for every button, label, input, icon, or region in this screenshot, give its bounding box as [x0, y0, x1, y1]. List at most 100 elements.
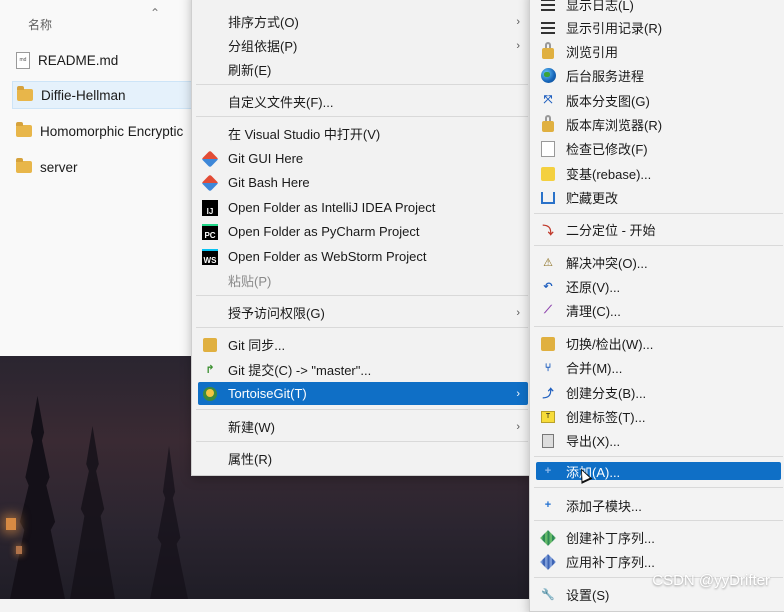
name-column-header[interactable]: 名称	[28, 16, 52, 33]
folder-item-homomorphic[interactable]: Homomorphic Encryptic	[12, 117, 212, 145]
tortoise-commit-icon: ↱	[205, 364, 215, 376]
submenu-item-bisect-start[interactable]: ⤵ 二分定位 - 开始	[536, 218, 781, 241]
menu-item-label: 添加(A)...	[566, 464, 621, 480]
submenu-item-browse-refs[interactable]: 浏览引用	[536, 40, 781, 63]
menu-item-label: 刷新(E)	[228, 63, 272, 78]
submenu-item-resolve[interactable]: ⚠ 解决冲突(O)...	[536, 251, 781, 274]
wallpaper-lamp	[6, 518, 16, 530]
switch-icon	[540, 336, 556, 352]
submenu-item-stash[interactable]: 贮藏更改	[536, 186, 781, 209]
chevron-right-icon: ›	[516, 420, 520, 433]
menu-item-label: 合并(M)...	[566, 361, 623, 376]
submenu-item-check-modifications[interactable]: 检查已修改(F)	[536, 137, 781, 160]
cleanup-icon: ⟋	[544, 304, 552, 316]
chevron-right-icon: ›	[516, 387, 520, 400]
menu-item-git-gui[interactable]: Git GUI Here	[198, 147, 528, 170]
tortoisegit-submenu: 显示日志(L) 显示引用记录(R) 浏览引用 后台服务进程 ⤧ 版本分支图(G) …	[529, 0, 784, 612]
menu-item-label: 切换/检出(W)...	[566, 337, 654, 352]
chevron-right-icon: ›	[516, 39, 520, 52]
menu-item-sort-by[interactable]: 排序方式(O) ›	[198, 10, 528, 33]
menu-item-label: Git 同步...	[228, 338, 286, 353]
menu-item-open-in-visual-studio[interactable]: 在 Visual Studio 中打开(V)	[198, 122, 528, 145]
reflog-icon	[540, 20, 556, 36]
menu-item-git-bash[interactable]: Git Bash Here	[198, 171, 528, 194]
add-icon: +	[544, 464, 552, 477]
menu-item-label: 显示日志(L)	[566, 0, 634, 13]
menu-separator	[534, 213, 783, 214]
menu-item-label: 二分定位 - 开始	[566, 223, 656, 238]
menu-separator	[196, 116, 528, 117]
file-item-readme[interactable]: md README.md	[12, 46, 212, 74]
menu-separator	[196, 441, 528, 442]
menu-item-properties[interactable]: 属性(R)	[198, 447, 528, 470]
menu-item-give-access[interactable]: 授予访问权限(G) ›	[198, 301, 528, 324]
watermark: CSDN @yyDrifter	[652, 572, 770, 589]
menu-item-label: Git 提交(C) -> "master"...	[228, 363, 372, 378]
menu-separator	[196, 84, 528, 85]
menu-item-customize-folder[interactable]: 自定义文件夹(F)...	[198, 90, 528, 113]
menu-item-open-intellij[interactable]: IJ Open Folder as IntelliJ IDEA Project	[198, 196, 528, 219]
menu-item-label: 后台服务进程	[566, 69, 645, 84]
wallpaper-tree	[150, 446, 188, 599]
daemon-globe-icon	[540, 68, 556, 84]
rebase-icon	[540, 166, 556, 182]
apply-patch-icon	[540, 553, 556, 570]
stash-icon	[540, 190, 556, 206]
file-name: README.md	[38, 52, 119, 68]
menu-item-label: 浏览引用	[566, 45, 619, 60]
file-name: Diffie-Hellman	[41, 87, 126, 103]
menu-item-label: Git GUI Here	[228, 151, 304, 166]
menu-item-label: 应用补丁序列...	[566, 555, 655, 570]
revision-graph-icon: ⤧	[543, 94, 553, 106]
folder-item-server[interactable]: server	[12, 153, 212, 181]
menu-item-label: 清理(C)...	[566, 304, 621, 319]
submenu-item-add-submodule[interactable]: + 添加子模块...	[536, 494, 781, 517]
folder-item-diffie-hellman[interactable]: Diffie-Hellman	[12, 81, 212, 109]
submenu-item-show-reflog[interactable]: 显示引用记录(R)	[536, 16, 781, 39]
menu-item-label: Open Folder as WebStorm Project	[228, 249, 427, 264]
menu-item-tortoisegit[interactable]: TortoiseGit(T) ›	[198, 382, 528, 405]
menu-separator	[196, 409, 528, 410]
menu-item-open-webstorm[interactable]: WS Open Folder as WebStorm Project	[198, 245, 528, 268]
chevron-right-icon: ›	[516, 306, 520, 319]
menu-item-git-sync[interactable]: Git 同步...	[198, 333, 528, 356]
menu-item-open-pycharm[interactable]: PC Open Folder as PyCharm Project	[198, 220, 528, 243]
menu-separator	[534, 245, 783, 246]
settings-icon: 🔧	[541, 589, 555, 601]
submenu-item-create-branch[interactable]: ⤴ 创建分支(B)...	[536, 381, 781, 404]
merge-icon: ⑂	[544, 361, 552, 374]
browse-refs-icon	[540, 42, 556, 60]
menu-item-new[interactable]: 新建(W) ›	[198, 415, 528, 438]
submenu-item-create-patch[interactable]: 创建补丁序列...	[536, 526, 781, 549]
markdown-file-icon: md	[16, 51, 30, 69]
submenu-item-show-log[interactable]: 显示日志(L)	[536, 0, 781, 16]
submenu-item-apply-patch[interactable]: 应用补丁序列...	[536, 550, 781, 573]
submenu-item-cleanup[interactable]: ⟋ 清理(C)...	[536, 299, 781, 322]
folder-icon	[17, 86, 33, 101]
menu-item-refresh[interactable]: 刷新(E)	[198, 58, 528, 81]
submenu-item-revision-graph[interactable]: ⤧ 版本分支图(G)	[536, 89, 781, 112]
export-icon	[540, 433, 556, 449]
submenu-item-merge[interactable]: ⑂ 合并(M)...	[536, 356, 781, 379]
file-name: server	[40, 159, 78, 175]
submenu-item-export[interactable]: 导出(X)...	[536, 429, 781, 452]
resolve-icon: ⚠	[543, 257, 553, 269]
tortoise-sync-icon	[202, 337, 218, 353]
git-icon	[201, 150, 219, 167]
submenu-item-daemon[interactable]: 后台服务进程	[536, 64, 781, 87]
submenu-item-add[interactable]: + 添加(A)...	[536, 462, 781, 480]
submenu-item-switch-checkout[interactable]: 切换/检出(W)...	[536, 332, 781, 355]
menu-item-label: 属性(R)	[228, 452, 273, 467]
menu-item-label: 授予访问权限(G)	[228, 306, 325, 321]
submenu-item-revert[interactable]: ↶ 还原(V)...	[536, 275, 781, 298]
submenu-item-create-tag[interactable]: T 创建标签(T)...	[536, 405, 781, 428]
menu-item-label: 解决冲突(O)...	[566, 256, 648, 271]
pycharm-icon: PC	[202, 223, 218, 240]
submenu-item-rebase[interactable]: 变基(rebase)...	[536, 162, 781, 185]
tag-icon: T	[540, 409, 556, 425]
chevron-up-icon[interactable]: ⌃	[150, 6, 160, 20]
menu-item-group-by[interactable]: 分组依据(P) ›	[198, 34, 528, 57]
menu-item-git-commit[interactable]: ↱ Git 提交(C) -> "master"...	[198, 358, 528, 381]
submenu-item-repo-browser[interactable]: 版本库浏览器(R)	[536, 113, 781, 136]
menu-item-label: Git Bash Here	[228, 175, 310, 190]
